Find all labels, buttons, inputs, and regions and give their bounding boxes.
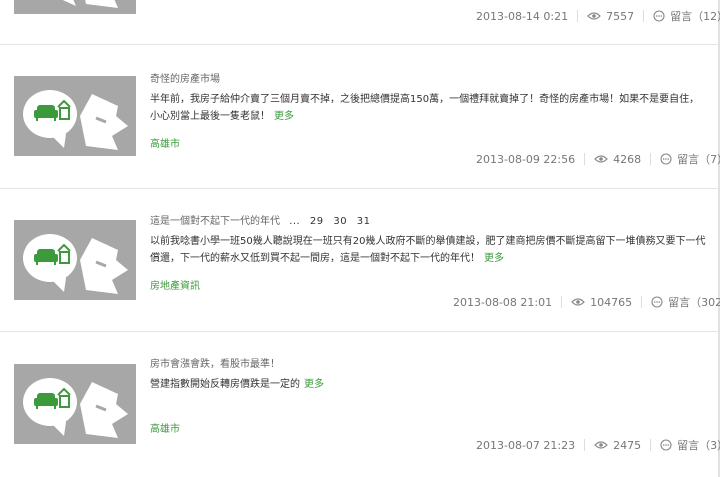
post-excerpt: 營建指數開始反轉房價跌是一定的 更多: [150, 379, 324, 390]
more-link[interactable]: 更多: [304, 379, 324, 390]
comments-link[interactable]: 留言（302）: [668, 294, 720, 310]
post-thumbnail[interactable]: [14, 220, 136, 300]
post-thumbnail[interactable]: [14, 364, 136, 444]
eye-icon: [571, 298, 585, 306]
speech-bubble-icon: [660, 153, 672, 165]
speech-bubble-icon: [651, 296, 663, 308]
location-tag[interactable]: 高雄市: [150, 420, 180, 435]
sofa-speech-bubble-icon: [23, 234, 128, 294]
post-thumbnail[interactable]: [14, 76, 136, 156]
post-item: 奇怪的房產市場 半年前，我房子給仲介賣了三個月賣不掉，之後把總價提高150萬，一…: [0, 44, 720, 188]
more-link[interactable]: 更多: [274, 111, 294, 122]
post-date: 2013-08-08 21:01: [453, 295, 553, 309]
sofa-speech-bubble-icon: [62, 0, 118, 8]
comments-link[interactable]: 留言（7）: [677, 151, 720, 167]
sofa-speech-bubble-icon: [23, 378, 128, 438]
page-link[interactable]: 29: [310, 216, 324, 227]
post-meta: 2013-08-14 0:21 7557 留言（12）: [476, 8, 720, 24]
speech-bubble-icon: [653, 10, 665, 22]
speech-bubble-icon: [660, 439, 672, 451]
view-count: 104765: [590, 295, 633, 309]
post-item: 2013-08-14 0:21 7557 留言（12）: [0, 0, 720, 44]
sofa-speech-bubble-icon: [23, 90, 128, 150]
post-date: 2013-08-07 21:23: [476, 438, 576, 452]
page-link[interactable]: 31: [357, 216, 371, 227]
page-ellipsis: ...: [289, 216, 301, 227]
post-date: 2013-08-09 22:56: [476, 152, 576, 166]
eye-icon: [594, 441, 608, 449]
post-item: 這是一個對不起下一代的年代 ... 29 30 31 以前我唸書小學一班50幾人…: [0, 188, 720, 331]
post-date: 2013-08-14 0:21: [476, 9, 569, 23]
location-tag[interactable]: 高雄市: [150, 135, 180, 150]
pagination: ... 29 30 31: [289, 216, 376, 227]
more-link[interactable]: 更多: [484, 253, 504, 264]
page-link[interactable]: 30: [333, 216, 347, 227]
view-count: 7557: [606, 9, 635, 23]
post-title[interactable]: 奇怪的房產市場: [150, 70, 220, 85]
category-tag[interactable]: 房地產資訊: [150, 277, 200, 292]
comments-link[interactable]: 留言（12）: [670, 8, 720, 24]
view-count: 2475: [613, 438, 642, 452]
post-title[interactable]: 房市會漲會跌，看股市最準！: [150, 355, 280, 370]
eye-icon: [587, 12, 601, 20]
post-meta: 2013-08-08 21:01 104765 留言（302）: [453, 294, 720, 310]
post-meta: 2013-08-09 22:56 4268 留言（7）: [476, 151, 720, 167]
post-thumbnail[interactable]: [14, 0, 136, 14]
eye-icon: [594, 155, 608, 163]
post-excerpt: 半年前，我房子給仲介賣了三個月賣不掉，之後把總價提高150萬，一個禮拜就賣掉了！…: [150, 94, 700, 122]
comments-link[interactable]: 留言（3）: [677, 437, 720, 453]
view-count: 4268: [613, 152, 642, 166]
post-title[interactable]: 這是一個對不起下一代的年代 ... 29 30 31: [150, 212, 377, 227]
post-meta: 2013-08-07 21:23 2475 留言（3）: [476, 437, 720, 453]
post-excerpt: 以前我唸書小學一班50幾人聽說現在一班只有20幾人政府不斷的舉債建設，肥了建商把…: [150, 236, 706, 264]
post-item: 房市會漲會跌，看股市最準！ 營建指數開始反轉房價跌是一定的 更多 高雄市 2013…: [0, 331, 720, 477]
